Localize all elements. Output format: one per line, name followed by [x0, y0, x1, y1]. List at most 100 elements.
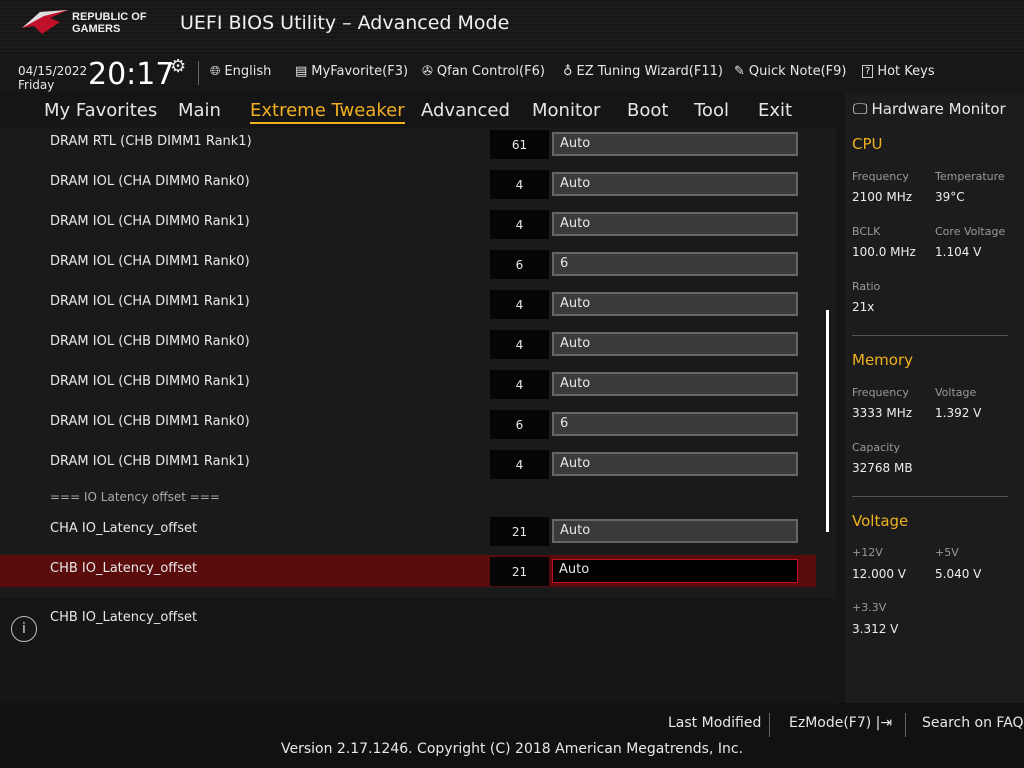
- setting-dropdown[interactable]: Auto: [552, 372, 798, 396]
- cpu-frequency-label: Frequency: [852, 170, 909, 183]
- current-value: 4: [490, 170, 549, 199]
- setting-row[interactable]: DRAM IOL (CHA DIMM0 Rank1) 4 Auto: [0, 208, 816, 240]
- help-text: CHB IO_Latency_offset: [50, 610, 198, 625]
- setting-row[interactable]: DRAM IOL (CHB DIMM0 Rank1) 4 Auto: [0, 368, 816, 400]
- current-value: 4: [490, 210, 549, 239]
- setting-dropdown[interactable]: 6: [552, 252, 798, 276]
- mem-voltage-label: Voltage: [935, 386, 977, 399]
- tab-boot[interactable]: Boot: [627, 100, 668, 121]
- memory-heading: Memory: [852, 351, 914, 369]
- settings-list: === IO Latency offset === DRAM RTL (CHB …: [0, 128, 836, 598]
- setting-row[interactable]: DRAM IOL (CHA DIMM0 Rank0) 4 Auto: [0, 168, 816, 200]
- tab-exit[interactable]: Exit: [758, 100, 792, 121]
- myfavorite-button[interactable]: ▤ MyFavorite(F3): [295, 64, 408, 79]
- v33-label: +3.3V: [852, 601, 887, 614]
- setting-row[interactable]: CHB IO_Latency_offset 21 Auto: [0, 555, 816, 587]
- tab-my-favorites[interactable]: My Favorites: [44, 100, 157, 121]
- date-display: 04/15/2022 Friday: [18, 64, 87, 92]
- mem-frequency: 3333 MHz: [852, 406, 913, 420]
- search-faq-button[interactable]: Search on FAQ: [922, 715, 1024, 731]
- v5-label: +5V: [935, 546, 959, 559]
- current-value: 6: [490, 410, 549, 439]
- tab-advanced[interactable]: Advanced: [421, 100, 510, 121]
- setting-label: DRAM IOL (CHB DIMM0 Rank0): [50, 334, 250, 349]
- current-value: 4: [490, 450, 549, 479]
- setting-dropdown[interactable]: Auto: [552, 519, 798, 543]
- current-value: 4: [490, 330, 549, 359]
- rog-logo: [22, 10, 68, 34]
- scrollbar[interactable]: [826, 310, 829, 532]
- bclk-label: BCLK: [852, 225, 881, 238]
- setting-row[interactable]: DRAM IOL (CHB DIMM1 Rank1) 4 Auto: [0, 448, 816, 480]
- quick-note-button[interactable]: ✎ Quick Note(F9): [734, 64, 846, 79]
- setting-row[interactable]: DRAM IOL (CHB DIMM0 Rank0) 4 Auto: [0, 328, 816, 360]
- setting-row[interactable]: DRAM IOL (CHA DIMM1 Rank1) 4 Auto: [0, 288, 816, 320]
- gear-icon[interactable]: ⚙: [170, 56, 186, 77]
- hot-keys-button[interactable]: ? Hot Keys: [862, 64, 935, 79]
- app-title: UEFI BIOS Utility – Advanced Mode: [180, 12, 510, 34]
- toolbar: 04/15/2022 Friday 20:17 ⚙ 🌐︎ English ▤ MyFa…: [0, 55, 1024, 93]
- date: 04/15/2022: [18, 64, 88, 78]
- core-voltage-label: Core Voltage: [935, 225, 1006, 238]
- help-area: i CHB IO_Latency_offset: [0, 600, 836, 703]
- tab-main[interactable]: Main: [178, 100, 221, 121]
- last-modified-button[interactable]: Last Modified: [668, 715, 761, 731]
- setting-label: CHA IO_Latency_offset: [50, 521, 198, 536]
- setting-row[interactable]: DRAM RTL (CHB DIMM1 Rank1) 61 Auto: [0, 128, 816, 160]
- divider: [198, 61, 199, 85]
- tab-extreme-tweaker[interactable]: Extreme Tweaker: [250, 100, 405, 124]
- clock: 20:17: [88, 57, 175, 92]
- exit-arrow-icon: |⇥: [871, 715, 893, 731]
- setting-row[interactable]: DRAM IOL (CHB DIMM1 Rank0) 6 6: [0, 408, 816, 440]
- setting-row[interactable]: DRAM IOL (CHA DIMM1 Rank0) 6 6: [0, 248, 816, 280]
- setting-dropdown[interactable]: Auto: [552, 132, 798, 156]
- footer: Last Modified EzMode(F7) |⇥ Search on FA…: [0, 703, 1024, 768]
- setting-row[interactable]: CHA IO_Latency_offset 21 Auto: [0, 515, 816, 547]
- ezmode-label: EzMode(F7): [789, 715, 872, 731]
- setting-dropdown[interactable]: Auto: [552, 212, 798, 236]
- current-value: 6: [490, 250, 549, 279]
- divider: [769, 713, 770, 737]
- tab-tool[interactable]: Tool: [694, 100, 729, 121]
- ezmode-button[interactable]: EzMode(F7) |⇥: [789, 715, 892, 731]
- setting-dropdown[interactable]: Auto: [552, 559, 798, 583]
- mem-voltage: 1.392 V: [935, 406, 982, 420]
- current-value: 4: [490, 370, 549, 399]
- mem-frequency-label: Frequency: [852, 386, 909, 399]
- bclk: 100.0 MHz: [852, 245, 916, 259]
- divider: [852, 335, 1008, 336]
- capacity: 32768 MB: [852, 461, 913, 475]
- tab-monitor[interactable]: Monitor: [532, 100, 600, 121]
- section-header: === IO Latency offset ===: [50, 490, 220, 504]
- hardware-monitor: 🖵︎ Hardware Monitor CPU Frequency 2100 MH…: [845, 93, 1024, 703]
- divider: [852, 496, 1008, 497]
- help-box-icon: ?: [862, 65, 874, 78]
- v12: 12.000 V: [852, 567, 907, 581]
- language-button[interactable]: 🌐︎ English: [210, 64, 271, 79]
- hw-title: 🖵︎ Hardware Monitor: [853, 100, 1006, 118]
- setting-label: DRAM IOL (CHB DIMM0 Rank1): [50, 374, 250, 389]
- setting-dropdown[interactable]: Auto: [552, 172, 798, 196]
- ez-tuning-button[interactable]: ♁ EZ Tuning Wizard(F11): [563, 64, 723, 79]
- setting-dropdown[interactable]: 6: [552, 412, 798, 436]
- v33: 3.312 V: [852, 622, 899, 636]
- copyright: Version 2.17.1246. Copyright (C) 2018 Am…: [280, 741, 744, 757]
- setting-label: DRAM IOL (CHA DIMM1 Rank0): [50, 254, 250, 269]
- setting-dropdown[interactable]: Auto: [552, 332, 798, 356]
- setting-dropdown[interactable]: Auto: [552, 452, 798, 476]
- setting-label: DRAM RTL (CHB DIMM1 Rank1): [50, 134, 252, 149]
- hot-keys-label: Hot Keys: [877, 64, 935, 79]
- monitor-icon: 🖵︎: [853, 100, 868, 118]
- v12-label: +12V: [852, 546, 883, 559]
- language-label: English: [224, 64, 272, 79]
- setting-dropdown[interactable]: Auto: [552, 292, 798, 316]
- v5: 5.040 V: [935, 567, 982, 581]
- current-value: 21: [490, 517, 549, 546]
- capacity-label: Capacity: [852, 441, 901, 454]
- divider: [905, 713, 906, 737]
- setting-label: DRAM IOL (CHA DIMM0 Rank1): [50, 214, 250, 229]
- current-value: 4: [490, 290, 549, 319]
- header: REPUBLIC OF GAMERS UEFI BIOS Utility – Ad…: [0, 0, 1024, 55]
- ez-tuning-label: EZ Tuning Wizard(F11): [576, 64, 723, 79]
- qfan-button[interactable]: ✇ Qfan Control(F6): [422, 64, 545, 79]
